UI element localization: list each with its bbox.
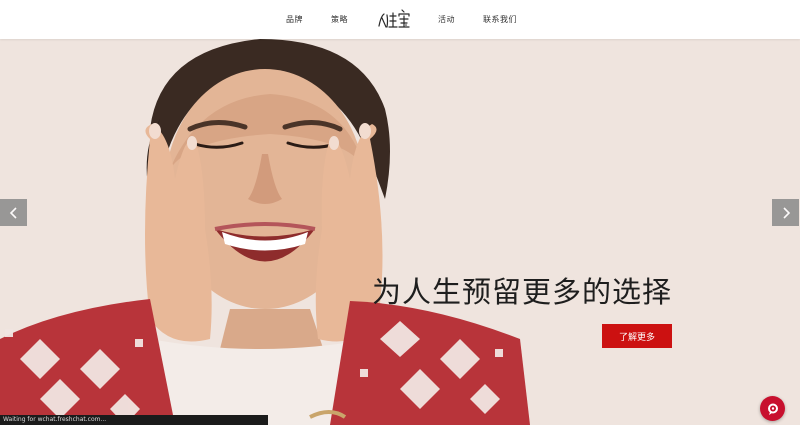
hero-headline: 为人生预留更多的选择 bbox=[372, 275, 673, 309]
hero-banner: 为人生预留更多的选择 了解更多 bbox=[0, 39, 800, 425]
chat-button[interactable] bbox=[760, 396, 785, 421]
chevron-right-icon bbox=[782, 206, 790, 219]
smiling-woman-photo bbox=[0, 39, 800, 425]
nav-item-contact[interactable]: 联系我们 bbox=[483, 14, 517, 25]
brand-logo[interactable] bbox=[375, 6, 415, 34]
top-navbar: 品牌 策略 活动 联系我们 bbox=[0, 0, 800, 39]
logo-mark bbox=[378, 9, 410, 28]
learn-more-button[interactable]: 了解更多 bbox=[602, 324, 672, 348]
nav-item-strategy[interactable]: 策略 bbox=[331, 14, 348, 25]
chevron-left-icon bbox=[9, 206, 17, 219]
carousel-next-button[interactable] bbox=[772, 199, 799, 226]
carousel-prev-button[interactable] bbox=[0, 199, 27, 226]
nav-item-brand[interactable]: 品牌 bbox=[286, 14, 303, 25]
chat-icon bbox=[767, 403, 778, 415]
nav-item-events[interactable]: 活动 bbox=[438, 14, 455, 25]
browser-status-bar: Waiting for wchat.freshchat.com... bbox=[0, 415, 268, 425]
